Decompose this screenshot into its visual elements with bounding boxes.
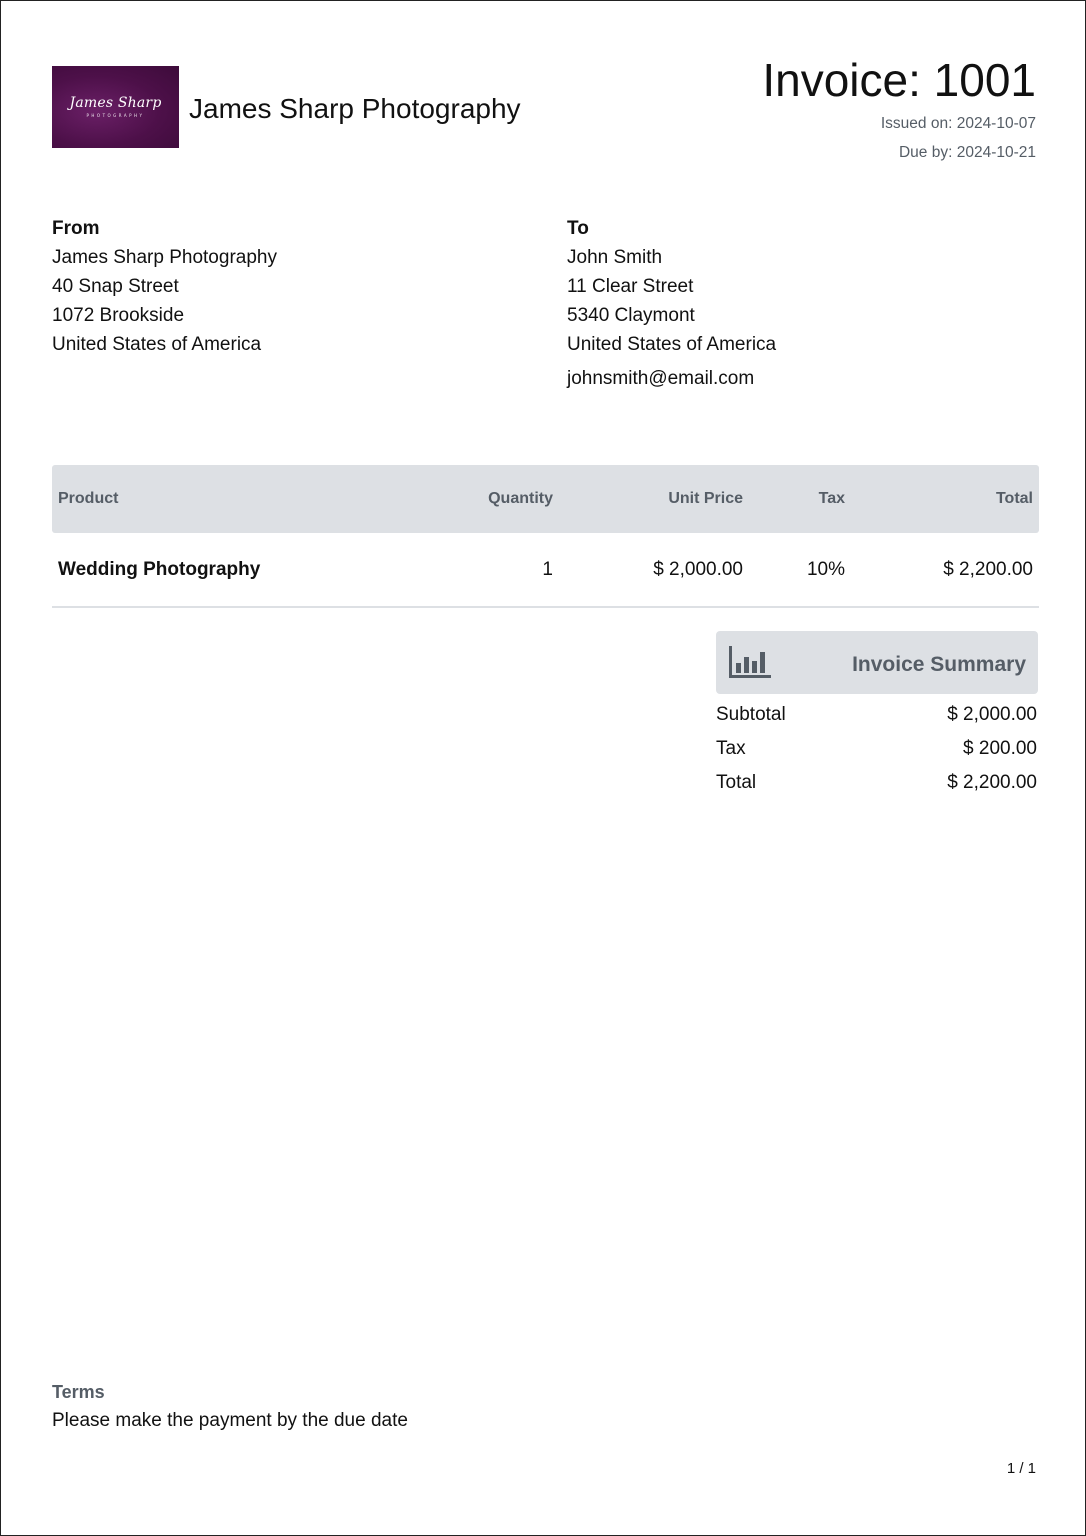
to-heading: To xyxy=(567,218,589,239)
summary-title: Invoice Summary xyxy=(852,653,1026,676)
summary-rows: Subtotal $ 2,000.00 Tax $ 200.00 Total $… xyxy=(716,694,1038,802)
row-tax: 10% xyxy=(806,558,845,580)
company-logo: James Sharp PHOTOGRAPHY xyxy=(52,66,179,148)
to-address: To John Smith 11 Clear Street 5340 Claym… xyxy=(567,214,776,393)
header-unit-price: Unit Price xyxy=(668,490,743,507)
page-number: 1 / 1 xyxy=(1006,1460,1036,1477)
table-row: Wedding Photography 1 $ 2,000.00 10% $ 2… xyxy=(52,533,1039,608)
summary-value: $ 2,200.00 xyxy=(947,772,1037,793)
company-name: James Sharp Photography xyxy=(189,93,521,124)
from-line: United States of America xyxy=(52,334,262,355)
row-unit-price: $ 2,000.00 xyxy=(653,558,743,580)
header-product: Product xyxy=(58,490,119,507)
summary-label: Total xyxy=(716,772,757,793)
invoice-summary: Invoice Summary Subtotal $ 2,000.00 Tax … xyxy=(716,631,1038,802)
summary-header: Invoice Summary xyxy=(716,631,1038,694)
logo-script-text: James Sharp xyxy=(69,95,162,111)
summary-row-tax: Tax $ 200.00 xyxy=(716,734,1038,768)
header-total: Total xyxy=(995,490,1033,507)
summary-value: $ 200.00 xyxy=(963,738,1037,759)
table-header: Product Quantity Unit Price Tax Total xyxy=(52,465,1039,533)
bar-chart-icon xyxy=(729,646,771,678)
line-items-table: Product Quantity Unit Price Tax Total We… xyxy=(52,465,1039,608)
to-email: johnsmith@email.com xyxy=(567,368,755,389)
logo-sub-text: PHOTOGRAPHY xyxy=(86,113,145,118)
from-line: 1072 Brookside xyxy=(52,305,185,326)
row-total: $ 2,200.00 xyxy=(943,558,1033,580)
summary-value: $ 2,000.00 xyxy=(947,704,1037,725)
to-line: John Smith xyxy=(567,247,663,268)
from-heading: From xyxy=(52,218,100,239)
terms-heading: Terms xyxy=(52,1382,105,1402)
invoice-title: Invoice: 1001 xyxy=(762,54,1036,106)
summary-label: Tax xyxy=(716,738,746,759)
terms-text: Please make the payment by the due date xyxy=(52,1410,408,1431)
due-date: Due by: 2024-10-21 xyxy=(898,144,1036,161)
header-tax: Tax xyxy=(818,490,845,507)
invoice-page: James Sharp PHOTOGRAPHY James Sharp Phot… xyxy=(0,0,1086,1536)
to-line: United States of America xyxy=(567,334,777,355)
from-address: From James Sharp Photography 40 Snap Str… xyxy=(52,214,277,359)
from-line: James Sharp Photography xyxy=(52,247,277,268)
header-quantity: Quantity xyxy=(488,490,553,507)
summary-label: Subtotal xyxy=(716,704,786,725)
to-line: 11 Clear Street xyxy=(567,276,694,297)
row-quantity: 1 xyxy=(542,558,553,580)
to-line: 5340 Claymont xyxy=(567,305,695,326)
issued-date: Issued on: 2024-10-07 xyxy=(880,115,1036,132)
summary-row-total: Total $ 2,200.00 xyxy=(716,768,1038,802)
from-line: 40 Snap Street xyxy=(52,276,179,297)
summary-row-subtotal: Subtotal $ 2,000.00 xyxy=(716,700,1038,734)
row-product: Wedding Photography xyxy=(58,558,261,580)
